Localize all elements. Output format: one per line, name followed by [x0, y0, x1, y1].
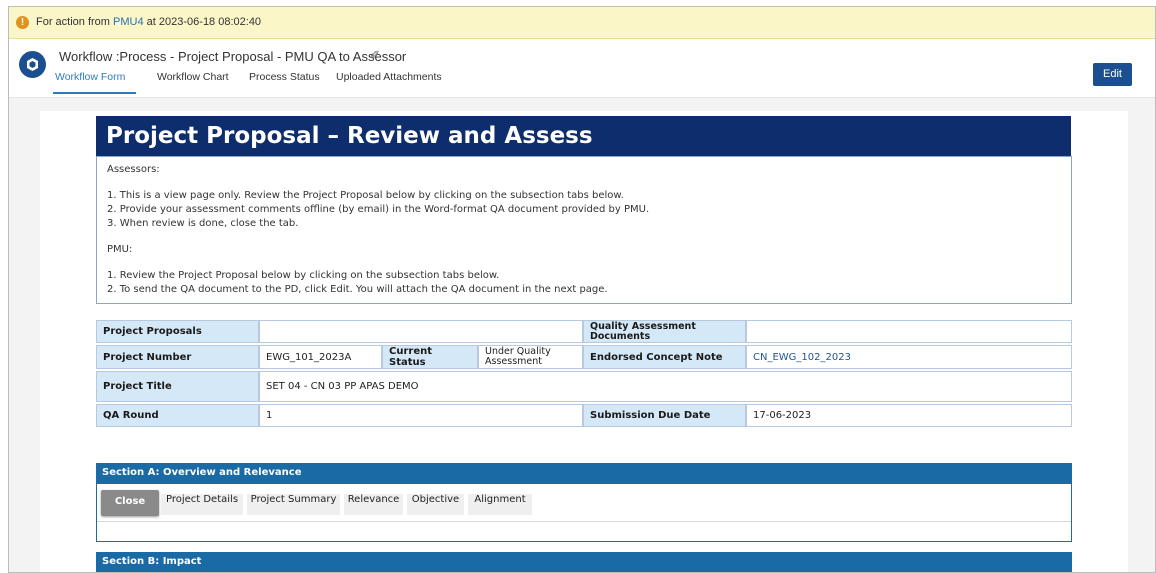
- close-button[interactable]: Close: [101, 490, 159, 516]
- instructions-box: Assessors: 1. This is a view page only. …: [96, 156, 1072, 304]
- section-a-body: Close Project Details Project Summary Re…: [96, 483, 1072, 542]
- notice-prefix: For action from: [36, 16, 110, 28]
- endorsed-concept-note-link[interactable]: CN_EWG_102_2023: [753, 352, 851, 363]
- pmu-item: 2. To send the QA document to the PD, cl…: [107, 284, 608, 295]
- submission-due-date-label: Submission Due Date: [583, 404, 746, 427]
- workflow-header: Workflow :Process - Project Proposal - P…: [9, 39, 1155, 98]
- table-row: Project Title SET 04 - CN 03 PP APAS DEM…: [96, 371, 1072, 402]
- edit-button[interactable]: Edit: [1093, 63, 1132, 86]
- assessors-heading: Assessors:: [107, 164, 160, 175]
- qa-documents-value: [746, 320, 1072, 343]
- app-frame: ! For action from PMU4 at 2023-06-18 08:…: [8, 6, 1156, 573]
- action-notice-bar: ! For action from PMU4 at 2023-06-18 08:…: [9, 7, 1155, 39]
- qa-round-value: 1: [259, 404, 583, 427]
- tab-uploaded-attachments[interactable]: Uploaded Attachments: [336, 71, 442, 92]
- project-proposals-label: Project Proposals: [96, 320, 259, 343]
- section-b-header[interactable]: Section B: Impact: [96, 552, 1072, 572]
- tab-objective[interactable]: Objective: [407, 494, 464, 515]
- notice-text: For action from PMU4 at 2023-06-18 08:02…: [36, 16, 261, 28]
- warning-icon: !: [16, 16, 29, 29]
- section-a-header[interactable]: Section A: Overview and Relevance: [96, 463, 1072, 483]
- endorsed-concept-note-cell: CN_EWG_102_2023: [746, 345, 1072, 369]
- assessors-item: 2. Provide your assessment comments offl…: [107, 204, 650, 215]
- endorsed-concept-note-label: Endorsed Concept Note: [583, 345, 746, 369]
- page-title: Project Proposal – Review and Assess: [96, 116, 1071, 156]
- tab-workflow-form[interactable]: Workflow Form: [53, 71, 136, 94]
- form-card: Project Proposal – Review and Assess Ass…: [40, 111, 1128, 572]
- edit-title-icon[interactable]: ✐: [370, 48, 380, 62]
- table-row: QA Round 1 Submission Due Date 17-06-202…: [96, 404, 1072, 427]
- qa-documents-label: Quality Assessment Documents: [583, 320, 746, 343]
- tab-process-status[interactable]: Process Status: [249, 71, 320, 92]
- tab-relevance[interactable]: Relevance: [344, 494, 403, 515]
- project-title-label: Project Title: [96, 371, 259, 402]
- assessors-item: 3. When review is done, close the tab.: [107, 218, 299, 229]
- assessors-item: 1. This is a view page only. Review the …: [107, 190, 624, 201]
- tab-alignment[interactable]: Alignment: [468, 494, 532, 515]
- notice-at-label: at: [146, 16, 156, 28]
- tab-project-details[interactable]: Project Details: [161, 494, 243, 515]
- workflow-title: Workflow :Process - Project Proposal - P…: [59, 49, 407, 64]
- form-area: Project Proposal – Review and Assess Ass…: [9, 98, 1155, 572]
- pmu-heading: PMU:: [107, 244, 133, 255]
- project-title-value: SET 04 - CN 03 PP APAS DEMO: [259, 371, 1072, 402]
- app-logo-icon: [19, 51, 46, 78]
- qa-round-label: QA Round: [96, 404, 259, 427]
- project-info-table: Project Proposals Quality Assessment Doc…: [96, 318, 1072, 429]
- project-number-label: Project Number: [96, 345, 259, 369]
- current-status-label: Current Status: [382, 345, 478, 369]
- current-status-value: Under Quality Assessment: [478, 345, 583, 369]
- table-row: Project Proposals Quality Assessment Doc…: [96, 320, 1072, 343]
- submission-due-date-value: 17-06-2023: [746, 404, 1072, 427]
- pmu-item: 1. Review the Project Proposal below by …: [107, 270, 500, 281]
- divider: [97, 521, 1071, 522]
- table-row: Project Number EWG_101_2023A Current Sta…: [96, 345, 1072, 369]
- tab-project-summary[interactable]: Project Summary: [247, 494, 340, 515]
- notice-from-link[interactable]: PMU4: [113, 16, 144, 28]
- project-proposals-value: [259, 320, 583, 343]
- notice-timestamp: 2023-06-18 08:02:40: [158, 16, 262, 28]
- project-number-value: EWG_101_2023A: [259, 345, 382, 369]
- tab-workflow-chart[interactable]: Workflow Chart: [157, 71, 229, 92]
